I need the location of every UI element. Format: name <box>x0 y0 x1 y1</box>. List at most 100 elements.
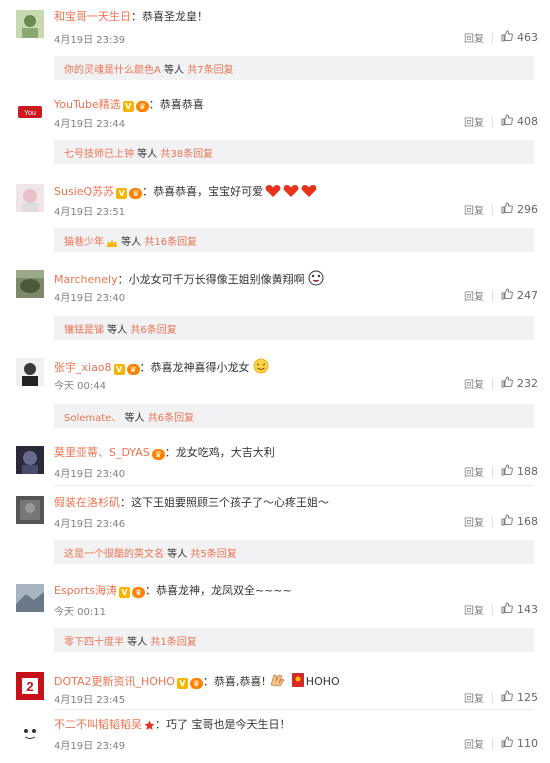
reply-user-link[interactable]: 七号技师已上钟 <box>64 149 134 160</box>
comment-actions: 回复 232 <box>464 376 538 391</box>
divider <box>492 692 493 703</box>
more-replies-link[interactable]: 共38条回复 <box>160 149 213 160</box>
reply-button[interactable]: 回复 <box>464 464 484 479</box>
like-count: 143 <box>517 603 538 616</box>
thumbs-up-icon[interactable] <box>501 376 513 391</box>
reply-button[interactable]: 回复 <box>464 690 484 705</box>
thumbs-up-icon[interactable] <box>501 464 513 479</box>
vip-badge-icon: ♛ <box>151 449 165 460</box>
thumbs-up-icon[interactable] <box>501 288 513 303</box>
reply-user-link[interactable]: 零下四十度半 <box>64 637 124 648</box>
thumbs-up-icon[interactable] <box>501 202 513 217</box>
timestamp: 4月19日 23:45 <box>54 695 126 706</box>
reply-button[interactable]: 回复 <box>464 30 484 45</box>
comment-text: ：恭喜恭喜，宝宝好可爱 <box>142 185 264 198</box>
like-count: 408 <box>517 115 538 128</box>
username-link[interactable]: 莫里亚蒂、S_DYAS <box>54 446 150 459</box>
more-replies-link[interactable]: 共7条回复 <box>187 65 233 76</box>
username-link[interactable]: 不二不叫韬韬韬吴 <box>54 718 142 731</box>
comment-actions: 回复 408 <box>464 114 538 129</box>
replies-summary[interactable]: 零下四十度半 等人 共1条回复 <box>54 628 534 652</box>
like-count: 247 <box>517 289 538 302</box>
reply-button[interactable]: 回复 <box>464 288 484 303</box>
comment-text: ：恭喜龙神，龙凤双全~~~~ <box>144 584 292 597</box>
timestamp: 今天 00:44 <box>54 381 106 392</box>
like-count: 188 <box>517 465 538 478</box>
reply-user-link[interactable]: 猫巷少年 <box>64 237 104 248</box>
comment-text: ：巧了 宝哥也是今天生日！ <box>155 718 291 731</box>
thumbs-up-icon[interactable] <box>501 602 513 617</box>
crown-badge-icon <box>106 238 118 251</box>
comment-list: 和宝哥一天生日：恭喜圣龙皇！ 4月19日 23:39 回复 463 你的灵魂是什… <box>0 0 550 763</box>
replies-text: 等人 <box>134 149 161 160</box>
replies-text: 等人 <box>121 413 148 424</box>
thumbs-up-icon[interactable] <box>501 736 513 751</box>
thumbs-up-icon[interactable] <box>501 514 513 529</box>
comment-actions: 回复 188 <box>464 464 538 479</box>
timestamp: 今天 00:11 <box>54 607 106 618</box>
reply-button[interactable]: 回复 <box>464 514 484 529</box>
divider <box>492 32 493 43</box>
reply-button[interactable]: 回复 <box>464 114 484 129</box>
replies-text: 等人 <box>118 237 145 248</box>
replies-summary[interactable]: 这是一个很酷的英文名 等人 共5条回复 <box>54 540 534 564</box>
thumbs-up-icon[interactable] <box>501 30 513 45</box>
replies-text: 等人 <box>104 325 131 336</box>
replies-summary[interactable]: 猫巷少年 等人 共16条回复 <box>54 228 534 252</box>
divider <box>492 604 493 615</box>
comment-text: ：龙女吃鸡，大吉大利 <box>164 446 275 459</box>
timestamp: 4月19日 23:44 <box>54 119 126 130</box>
divider <box>492 204 493 215</box>
replies-text: 等人 <box>124 637 151 648</box>
divider <box>492 738 493 749</box>
thumbs-up-icon[interactable] <box>501 690 513 705</box>
comment-actions: 回复 296 <box>464 202 538 217</box>
replies-summary[interactable]: 你的灵魂是什么颜色A 等人 共7条回复 <box>54 56 534 80</box>
comment-text: ：这下王姐要照顾三个孩子了～心疼王姐～ <box>120 496 329 509</box>
comment-actions: 回复 110 <box>464 736 538 751</box>
divider <box>492 516 493 527</box>
reply-user-link[interactable]: 这是一个很酷的英文名 <box>64 549 164 560</box>
reply-button[interactable]: 回复 <box>464 736 484 751</box>
vip-badge-icon: ♛ <box>131 587 145 598</box>
reply-button[interactable]: 回复 <box>464 376 484 391</box>
comment-actions: 回复 125 <box>464 690 538 705</box>
replies-summary[interactable]: Solemate、 等人 共6条回复 <box>54 404 534 428</box>
timestamp: 4月19日 23:40 <box>54 469 126 480</box>
replies-text: 等人 <box>160 65 188 76</box>
reply-user-link[interactable]: Solemate、 <box>64 413 121 424</box>
timestamp: 4月19日 23:39 <box>54 35 126 46</box>
reply-button[interactable]: 回复 <box>464 602 484 617</box>
like-count: 110 <box>517 737 538 750</box>
replies-summary[interactable]: 七号技师已上钟 等人 共38条回复 <box>54 140 534 164</box>
divider <box>54 709 534 710</box>
like-count: 125 <box>517 691 538 704</box>
timestamp: 4月19日 23:49 <box>54 741 126 752</box>
divider <box>492 116 493 127</box>
username-link[interactable]: Esports海涛 <box>54 584 117 597</box>
username-link[interactable]: 和宝哥一天生日 <box>54 10 131 23</box>
username-link[interactable]: 假装在洛杉矶 <box>54 496 120 509</box>
comment-actions: 回复 168 <box>464 514 538 529</box>
timestamp: 4月19日 23:51 <box>54 207 126 218</box>
verified-badge-icon: V <box>118 587 130 598</box>
more-replies-link[interactable]: 共5条回复 <box>190 549 236 560</box>
thumbs-up-icon[interactable] <box>501 114 513 129</box>
comment-actions: 回复 247 <box>464 288 538 303</box>
reply-user-link[interactable]: 镶铥是锑 <box>64 325 104 336</box>
more-replies-link[interactable]: 共16条回复 <box>144 237 197 248</box>
divider <box>492 378 493 389</box>
divider <box>54 485 534 486</box>
username-link[interactable]: SusieQ苏苏 <box>54 185 114 198</box>
reply-user-link[interactable]: 你的灵魂是什么颜色A <box>64 65 161 76</box>
comment-text: ：恭喜圣龙皇！ <box>131 10 208 23</box>
reply-button[interactable]: 回复 <box>464 202 484 217</box>
like-count: 232 <box>517 377 538 390</box>
replies-text: 等人 <box>164 549 191 560</box>
replies-summary[interactable]: 镶铥是锑 等人 共6条回复 <box>54 316 534 340</box>
more-replies-link[interactable]: 共6条回复 <box>148 413 194 424</box>
divider <box>492 290 493 301</box>
like-count: 168 <box>517 515 538 528</box>
more-replies-link[interactable]: 共6条回复 <box>130 325 176 336</box>
more-replies-link[interactable]: 共1条回复 <box>150 637 196 648</box>
